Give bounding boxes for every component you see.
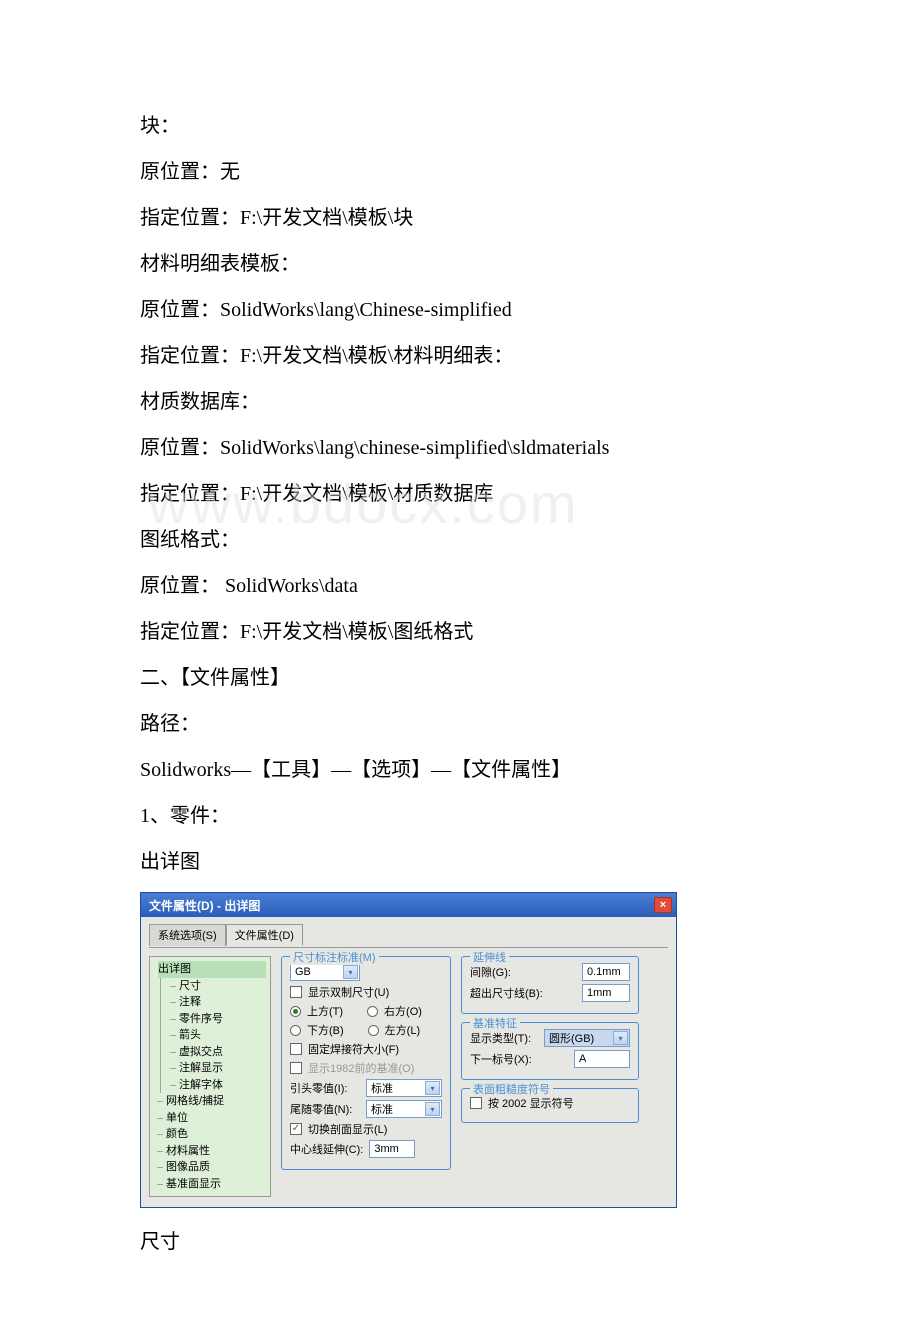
tree-item[interactable]: 虚拟交点 xyxy=(171,1044,266,1061)
tree-item[interactable]: 箭头 xyxy=(171,1027,266,1044)
position-left-radio[interactable] xyxy=(368,1025,379,1036)
tree-item[interactable]: 材料属性 xyxy=(158,1143,266,1160)
titlebar: 文件属性(D) - 出详图 × xyxy=(141,893,676,917)
group-legend: 基准特征 xyxy=(470,1015,520,1031)
gap-input[interactable]: 0.1mm xyxy=(582,963,630,981)
text-line: 1、零件： xyxy=(140,800,780,832)
chevron-down-icon: ▾ xyxy=(613,1031,628,1045)
options-dialog: 文件属性(D) - 出详图 × 系统选项(S) 文件属性(D) 出详图 尺寸 注… xyxy=(140,892,677,1208)
tree-item[interactable]: 零件序号 xyxy=(171,1011,266,1028)
section-display-checkbox[interactable] xyxy=(290,1123,302,1135)
text-line: 材料明细表模板： xyxy=(140,248,780,280)
dual-dim-label: 显示双制尺寸(U) xyxy=(308,984,389,1000)
text-line: 路径： xyxy=(140,708,780,740)
standard-select[interactable]: GB▾ xyxy=(290,963,360,981)
text-line: 指定位置：F:\开发文档\模板\块 xyxy=(140,202,780,234)
tab-system-options[interactable]: 系统选项(S) xyxy=(149,924,226,946)
weld-checkbox[interactable] xyxy=(290,1043,302,1055)
text-line: 原位置：无 xyxy=(140,156,780,188)
chevron-down-icon: ▾ xyxy=(425,1081,440,1095)
close-button[interactable]: × xyxy=(654,897,672,913)
group-legend: 延伸线 xyxy=(470,949,509,965)
text-line: 原位置：SolidWorks\lang\chinese-simplified\s… xyxy=(140,432,780,464)
text-line: 二、【文件属性】 xyxy=(140,662,780,694)
tree-item[interactable]: 颜色 xyxy=(158,1126,266,1143)
surface-roughness-group: 表面粗糙度符号 按 2002 显示符号 xyxy=(461,1088,639,1123)
tree-item[interactable]: 图像品质 xyxy=(158,1159,266,1176)
trailing-zero-select[interactable]: 标准▾ xyxy=(366,1100,442,1118)
dual-dim-checkbox[interactable] xyxy=(290,986,302,998)
pre1982-checkbox xyxy=(290,1062,302,1074)
tree-item[interactable]: 基准面显示 xyxy=(158,1176,266,1193)
group-legend: 表面粗糙度符号 xyxy=(470,1081,553,1097)
chevron-down-icon: ▾ xyxy=(425,1102,440,1116)
text-line: 尺寸 xyxy=(140,1226,780,1258)
text-line: 原位置： SolidWorks\data xyxy=(140,570,780,602)
group-legend: 尺寸标注标准(M) xyxy=(290,949,379,965)
tab-bar: 系统选项(S) 文件属性(D) xyxy=(149,923,668,945)
text-line: Solidworks—【工具】—【选项】—【文件属性】 xyxy=(140,754,780,786)
text-line: 出详图 xyxy=(140,846,780,878)
tree-item[interactable]: 注释 xyxy=(171,994,266,1011)
tree-item[interactable]: 注解显示 xyxy=(171,1060,266,1077)
tree-item[interactable]: 注解字体 xyxy=(171,1077,266,1094)
position-bottom-radio[interactable] xyxy=(290,1025,301,1036)
by2002-checkbox[interactable] xyxy=(470,1097,482,1109)
tree-item[interactable]: 单位 xyxy=(158,1110,266,1127)
tab-document-properties[interactable]: 文件属性(D) xyxy=(226,924,303,946)
text-line: 原位置：SolidWorks\lang\Chinese-simplified xyxy=(140,294,780,326)
text-line: 块： xyxy=(140,110,780,142)
dimension-standard-group: 尺寸标注标准(M) GB▾ 显示双制尺寸(U) 上方(T) xyxy=(281,956,451,1170)
datum-type-select[interactable]: 圆形(GB)▾ xyxy=(544,1029,630,1047)
text-line: 指定位置：F:\开发文档\模板\材料明细表： xyxy=(140,340,780,372)
dialog-title: 文件属性(D) - 出详图 xyxy=(149,897,260,914)
tree-item[interactable]: 尺寸 xyxy=(171,978,266,995)
category-tree[interactable]: 出详图 尺寸 注释 零件序号 箭头 虚拟交点 注解显示 注解字体 网格线/捕捉 … xyxy=(149,956,271,1197)
tree-item[interactable]: 网格线/捕捉 xyxy=(158,1093,266,1110)
position-top-radio[interactable] xyxy=(290,1006,301,1017)
datum-feature-group: 基准特征 显示类型(T): 圆形(GB)▾ 下一标号(X): A xyxy=(461,1022,639,1080)
chevron-down-icon: ▾ xyxy=(343,965,358,979)
watermark: www.bdocx.com xyxy=(148,471,579,536)
extension-line-group: 延伸线 间隙(G): 0.1mm 超出尺寸线(B): 1mm xyxy=(461,956,639,1014)
text-line: 指定位置：F:\开发文档\模板\图纸格式 xyxy=(140,616,780,648)
text-line: 材质数据库： xyxy=(140,386,780,418)
center-extend-input[interactable]: 3mm xyxy=(369,1140,415,1158)
leading-zero-select[interactable]: 标准▾ xyxy=(366,1079,442,1097)
beyond-input[interactable]: 1mm xyxy=(582,984,630,1002)
tree-item-detailing[interactable]: 出详图 xyxy=(158,961,266,978)
next-label-input[interactable]: A xyxy=(574,1050,630,1068)
position-right-radio[interactable] xyxy=(367,1006,378,1017)
